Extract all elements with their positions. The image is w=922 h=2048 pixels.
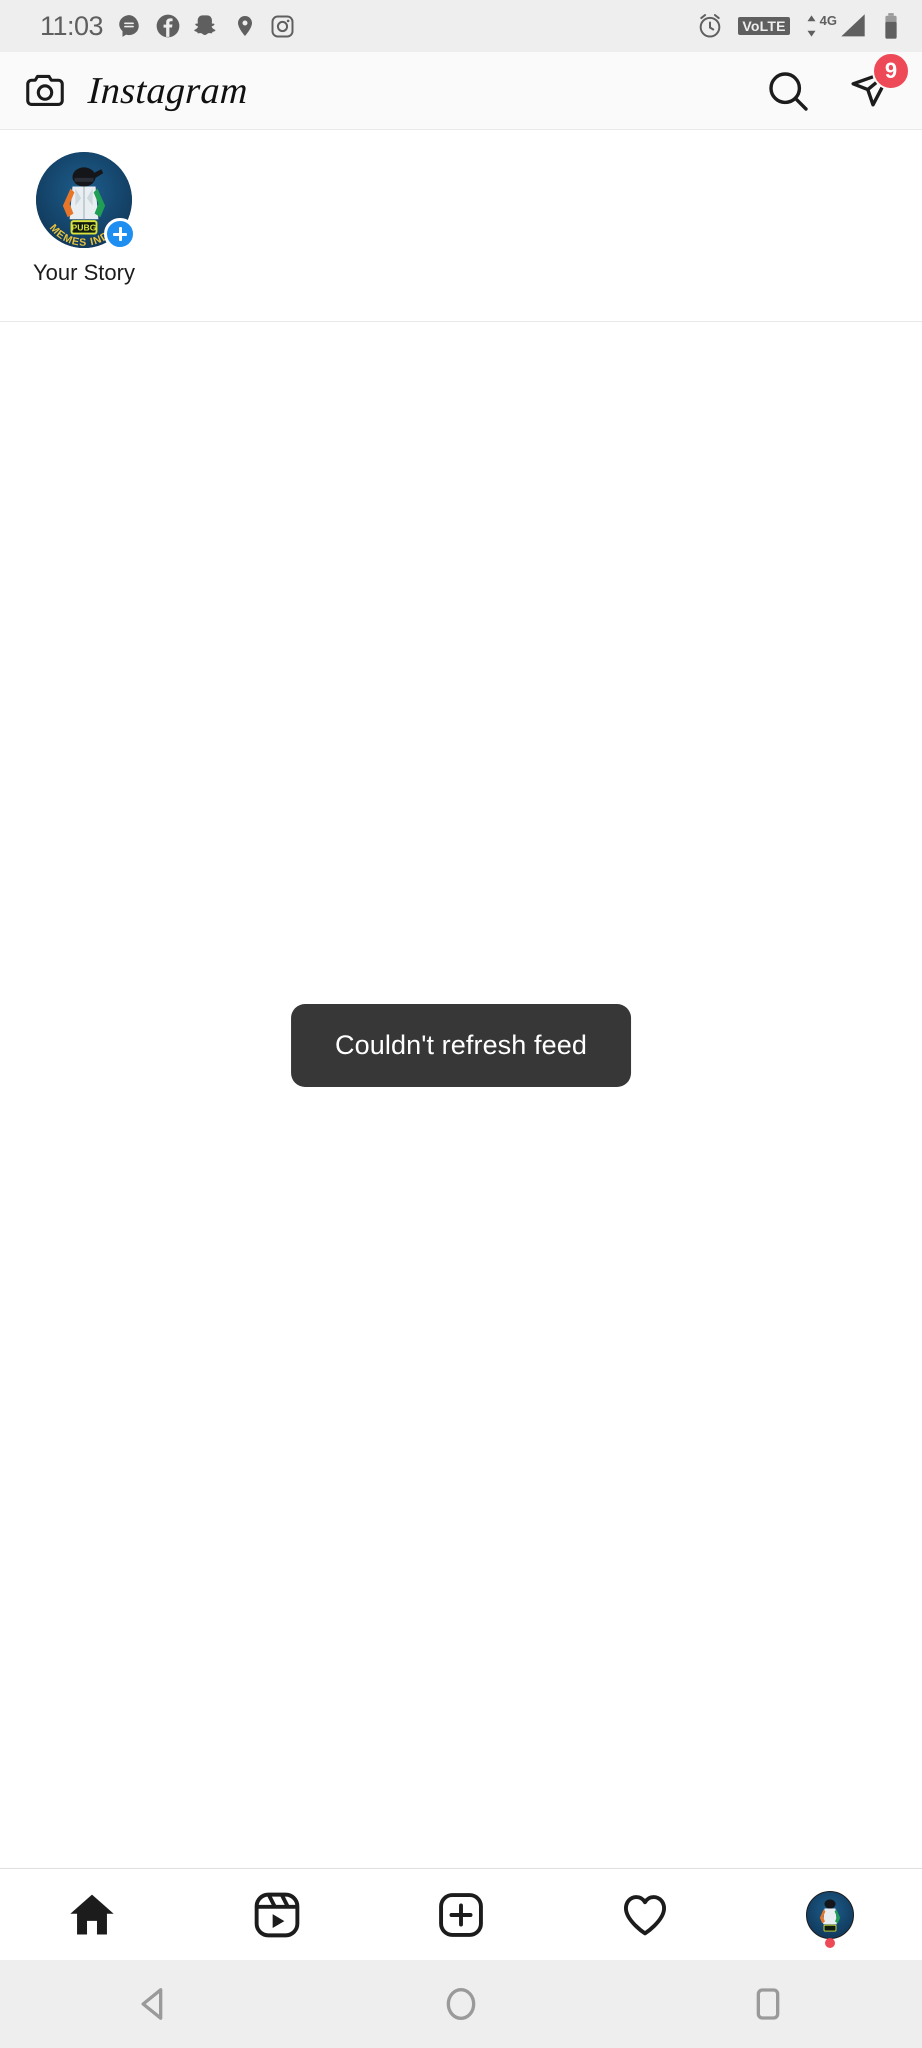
snapchat-icon: [194, 15, 216, 35]
camera-icon[interactable]: [22, 68, 68, 114]
location-pin-icon: [238, 16, 253, 36]
facebook-icon: [156, 14, 180, 38]
plus-square-icon: [439, 1892, 483, 1937]
svg-text:PUBG: PUBG: [72, 223, 97, 233]
home-tab[interactable]: [0, 1869, 184, 1960]
signal-bars-icon: [841, 14, 865, 37]
instagram-icon: [271, 15, 294, 37]
back-triangle-icon: [141, 1988, 162, 2020]
profile-avatar-icon: [805, 1890, 854, 1939]
android-recents-button[interactable]: [615, 1984, 922, 2024]
status-bar-right: VoLTE 4G: [696, 12, 900, 40]
app-header: Instagram 9: [0, 52, 922, 130]
feed-area: Couldn't refresh feed: [0, 322, 922, 1868]
toast-message: Couldn't refresh feed: [291, 1004, 631, 1087]
messenger-chat-icon: [119, 15, 139, 37]
add-story-plus-icon[interactable]: [104, 218, 136, 250]
status-bar: 11:03 VoLTE 4G: [0, 0, 922, 52]
heart-icon: [624, 1894, 667, 1935]
network-indicator: 4G: [804, 13, 868, 39]
network-type-label: 4G: [819, 12, 837, 28]
home-circle-icon: [446, 1987, 476, 2021]
activity-tab[interactable]: [553, 1869, 737, 1960]
battery-icon: [885, 13, 897, 39]
android-navigation-bar: [0, 1960, 922, 2048]
android-back-button[interactable]: [0, 1984, 307, 2024]
page-title: Instagram: [86, 69, 249, 112]
message-count-badge: 9: [872, 52, 910, 90]
bottom-tab-bar: [0, 1868, 922, 1960]
home-icon: [70, 1894, 114, 1934]
data-transfer-arrows-icon: [807, 15, 816, 37]
volte-indicator: VoLTE: [738, 17, 790, 35]
stories-tray: PUBG MEMES INDIA Your Story: [0, 130, 922, 322]
status-bar-left: 11:03: [40, 11, 295, 42]
header-actions: 9: [764, 52, 910, 117]
direct-messenger-button[interactable]: 9: [848, 52, 910, 117]
create-tab[interactable]: [369, 1869, 553, 1960]
story-label: Your Story: [33, 260, 135, 285]
status-bar-clock: 11:03: [40, 10, 104, 41]
reels-tab[interactable]: [184, 1869, 368, 1960]
android-home-button[interactable]: [307, 1984, 614, 2024]
header-brand: Instagram: [22, 68, 249, 114]
search-icon[interactable]: [764, 67, 812, 115]
story-avatar-wrapper[interactable]: PUBG MEMES INDIA: [36, 152, 136, 250]
reels-icon: [254, 1892, 299, 1937]
profile-notification-dot: [824, 1938, 835, 1948]
alarm-clock-icon: [700, 14, 721, 38]
profile-tab[interactable]: [738, 1869, 922, 1960]
phone-screen: 11:03 VoLTE 4G Instagram 9 PUBG MEMES IN…: [0, 0, 922, 2048]
story-item-your-story[interactable]: PUBG MEMES INDIA Your Story: [24, 152, 144, 286]
recents-square-icon: [756, 1988, 780, 2020]
